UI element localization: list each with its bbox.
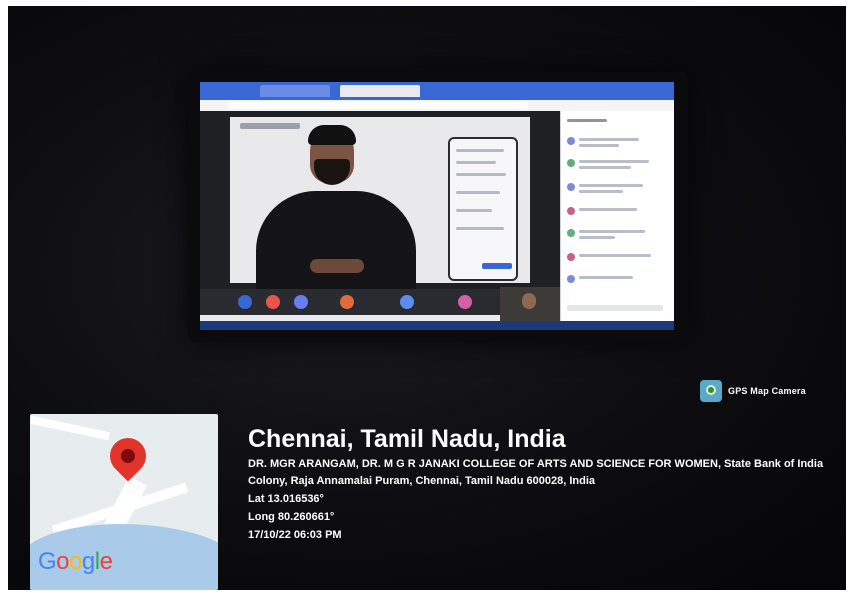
avatar <box>567 183 575 191</box>
phone-text-line <box>456 227 504 230</box>
phone-text-line <box>456 161 496 164</box>
chat-message <box>567 159 667 173</box>
chat-message <box>567 275 667 289</box>
location-map-thumbnail: Google <box>30 414 218 590</box>
timestamp-text: 17/10/22 06:03 PM <box>248 529 342 541</box>
chat-message <box>567 229 667 243</box>
camera-icon <box>266 295 280 309</box>
chat-side-panel <box>560 111 674 321</box>
google-logo-letter: e <box>99 548 113 575</box>
os-taskbar <box>200 321 674 330</box>
present-icon <box>294 295 308 309</box>
chat-text-line <box>579 236 615 239</box>
phone-button <box>482 263 512 269</box>
google-logo-letter: G <box>38 548 57 575</box>
phone-mockup <box>448 137 518 281</box>
gps-camera-app-icon <box>700 380 722 402</box>
browser-tab-active <box>340 85 420 97</box>
avatar <box>567 159 575 167</box>
slide-title-bar <box>240 123 300 129</box>
chat-text-line <box>579 166 631 169</box>
latitude-text: Lat 13.016536° <box>248 493 324 505</box>
presenter-hair <box>308 125 356 145</box>
self-view-head <box>522 293 536 309</box>
phone-text-line <box>456 209 492 212</box>
location-pin-icon <box>102 430 154 482</box>
chat-text-line <box>579 144 619 147</box>
chat-message <box>567 253 667 267</box>
google-logo-letter: o <box>56 548 70 575</box>
presenter-hands <box>310 259 364 273</box>
chat-text-line <box>579 276 633 279</box>
pin-center <box>118 446 138 466</box>
chat-text-line <box>579 230 645 233</box>
end-call-icon <box>340 295 354 309</box>
video-call-area <box>200 111 560 289</box>
presenter-body <box>256 191 416 289</box>
google-logo-letter: g <box>81 548 95 575</box>
self-view-tile <box>500 287 560 321</box>
google-logo: Google <box>38 548 113 576</box>
people-icon <box>458 295 472 309</box>
avatar <box>567 229 575 237</box>
microphone-icon <box>238 295 252 309</box>
chat-text-line <box>579 208 637 211</box>
url-field <box>228 102 528 109</box>
chat-text-line <box>579 184 643 187</box>
avatar <box>567 253 575 261</box>
chat-message <box>567 183 667 197</box>
laptop-screen <box>200 82 674 330</box>
chat-message <box>567 207 667 221</box>
chat-input <box>567 305 663 311</box>
avatar <box>567 207 575 215</box>
chat-icon <box>400 295 414 309</box>
gps-map-camera-badge: GPS Map Camera <box>700 380 806 402</box>
chat-text-line <box>579 138 639 141</box>
phone-text-line <box>456 191 500 194</box>
browser-tab-bar <box>200 82 674 100</box>
location-info: Chennai, Tamil Nadu, India DR. MGR ARANG… <box>248 424 828 544</box>
photo-frame: GPS Map Camera Google Chennai, Tamil Nad… <box>0 0 854 596</box>
address-text: DR. MGR ARANGAM, DR. M G R JANAKI COLLEG… <box>248 458 824 487</box>
phone-text-line <box>456 149 504 152</box>
longitude-text: Long 80.260661° <box>248 511 335 523</box>
chat-text-line <box>579 160 649 163</box>
app-badge-label: GPS Map Camera <box>728 386 806 396</box>
location-title: Chennai, Tamil Nadu, India <box>248 425 566 453</box>
google-logo-letter: o <box>69 548 82 575</box>
avatar <box>567 137 575 145</box>
chat-message <box>567 137 667 151</box>
browser-tab <box>260 85 330 97</box>
chat-text-line <box>579 254 651 257</box>
phone-text-line <box>456 173 506 176</box>
panel-title-line <box>567 119 607 122</box>
map-road <box>30 415 110 441</box>
avatar <box>567 275 575 283</box>
chat-text-line <box>579 190 623 193</box>
